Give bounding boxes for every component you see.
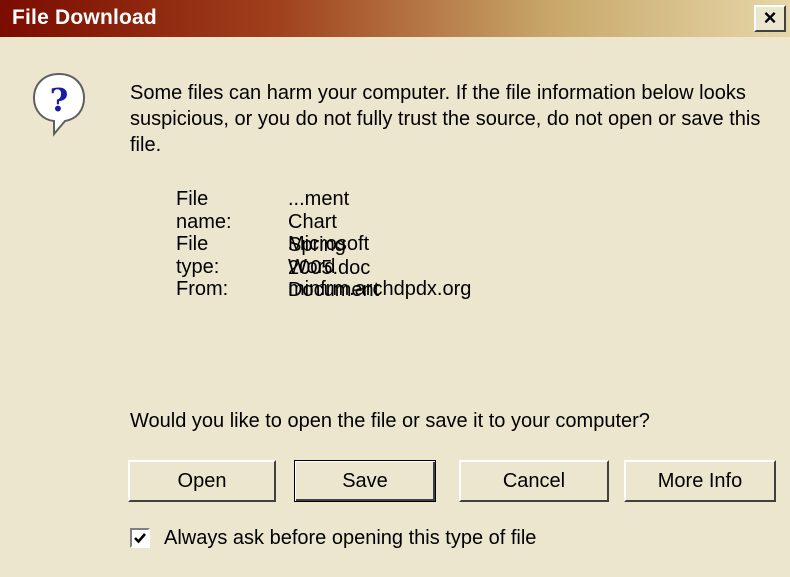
open-button[interactable]: Open	[128, 460, 276, 502]
file-type-label: File type:	[176, 233, 220, 278]
window-title: File Download	[12, 6, 157, 29]
question-mark-bubble-icon: ?	[30, 70, 88, 140]
close-button[interactable]: ×	[754, 5, 786, 32]
file-name-label: File name:	[176, 188, 232, 233]
title-bar[interactable]: File Download ×	[0, 0, 790, 37]
svg-text:?: ?	[50, 81, 69, 119]
always-ask-checkbox[interactable]	[130, 528, 150, 548]
checkmark-icon	[134, 533, 146, 544]
file-from-label: From:	[176, 278, 229, 300]
file-download-dialog: File Download × ? Some files can harm yo…	[0, 0, 790, 577]
warning-message: Some files can harm your computer. If th…	[130, 82, 761, 156]
save-button[interactable]: Save	[294, 460, 436, 502]
always-ask-option[interactable]: Always ask before opening this type of f…	[130, 526, 536, 550]
close-icon: ×	[763, 5, 777, 30]
open-save-question: Would you like to open the file or save …	[130, 410, 650, 432]
cancel-button[interactable]: Cancel	[459, 460, 609, 502]
more-info-button[interactable]: More Info	[624, 460, 776, 502]
file-from-value: minfrm.archdpdx.org	[288, 278, 472, 300]
always-ask-label: Always ask before opening this type of f…	[164, 526, 537, 549]
